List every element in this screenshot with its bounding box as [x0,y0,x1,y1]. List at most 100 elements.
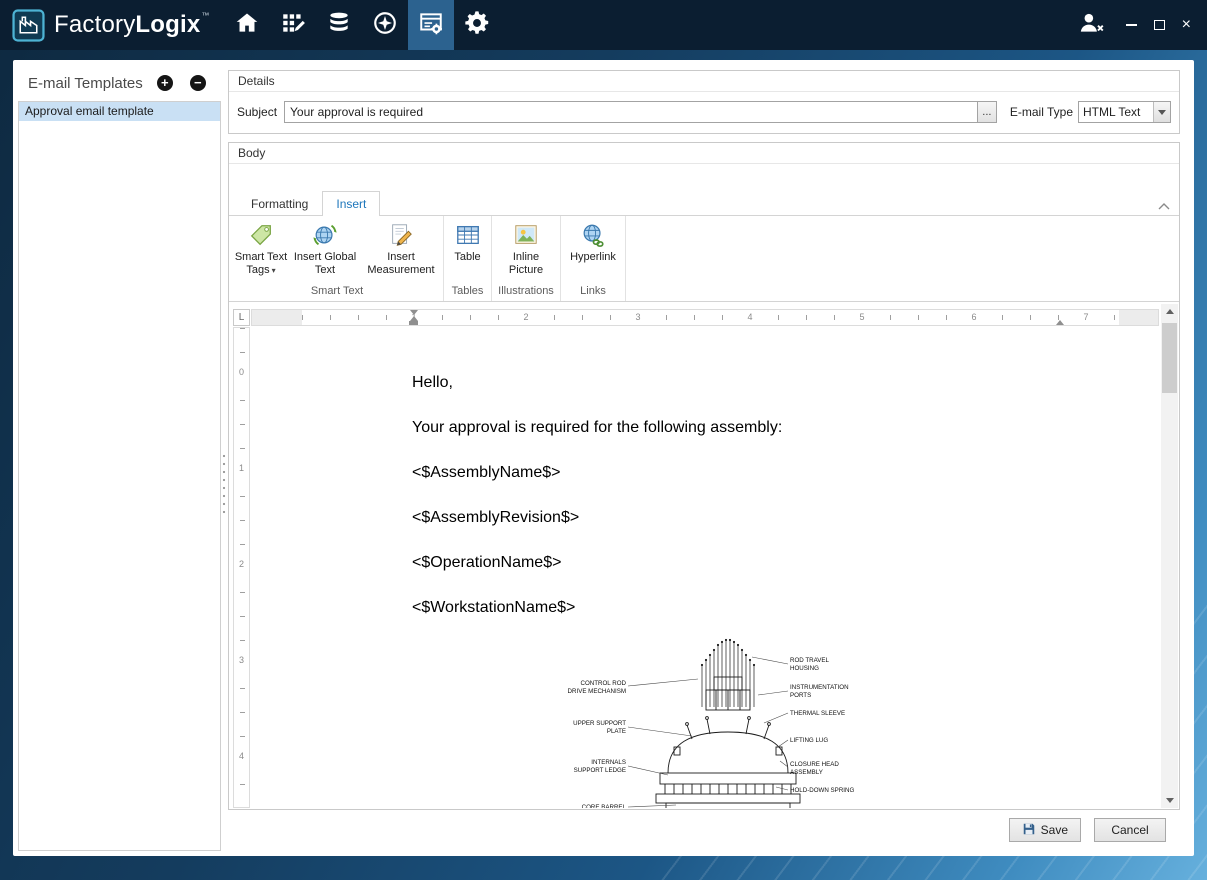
right-indent-marker[interactable] [1056,320,1064,325]
diagram-label: PLATE [607,728,626,735]
nav-templates-button[interactable] [408,0,454,50]
factorylogix-logo-icon [12,9,45,42]
ruler-number: 5 [857,311,866,324]
insert-global-text-button[interactable]: Insert GlobalText [290,219,360,285]
diagram-label: PORTS [790,692,811,699]
ribbon-group-illustrations: InlinePicture Illustrations [492,216,561,301]
details-group-label: Details [229,71,1179,92]
ruler-number: 0 [235,367,248,377]
vertical-ruler: 0 1 2 3 4 [233,327,250,808]
doc-paragraph: <$WorkstationName$> [412,598,1078,617]
home-icon [234,10,260,41]
subject-input[interactable] [284,101,978,123]
diagram-label: CORE BARREL [582,804,627,808]
horizontal-ruler: 1 2 3 4 5 6 7 [251,309,1159,326]
diagram-label: HOLD-DOWN SPRING [790,787,854,794]
nav-home-button[interactable] [224,0,270,50]
cancel-button-label: Cancel [1111,823,1148,837]
doc-paragraph: <$OperationName$> [412,553,1078,572]
templates-sidebar: E-mail Templates + − Approval email temp… [18,65,221,851]
ribbon-group-smart-text: Smart TextTags▾ Insert GlobalText Insert… [231,216,444,301]
vertical-scrollbar[interactable] [1161,304,1178,808]
nav-materials-button[interactable] [316,0,362,50]
insert-measurement-button[interactable]: InsertMeasurement [360,219,442,285]
app-window: FactoryLogix™ [0,0,1207,880]
smart-text-tags-label-2: Tags [246,264,269,276]
nav-production-button[interactable] [362,0,408,50]
user-logoff-icon [1076,10,1106,41]
email-type-value: HTML Text [1079,105,1153,119]
scroll-up-button[interactable] [1161,304,1178,320]
email-type-select[interactable]: HTML Text [1078,101,1171,123]
dropdown-arrow-icon [1153,102,1170,122]
smart-text-tags-button[interactable]: Smart TextTags▾ [232,219,290,285]
document-edit-area[interactable]: Hello, Your approval is required for the… [301,327,1118,808]
body-group-label: Body [229,143,1179,164]
first-line-indent-marker[interactable] [410,310,418,315]
brand-trademark: ™ [201,11,209,20]
save-button[interactable]: Save [1009,818,1081,842]
scrollbar-thumb[interactable] [1162,323,1177,393]
ruler-number: 4 [745,311,754,324]
insert-global-label-1: Insert Global [294,251,356,263]
titlebar: FactoryLogix™ [0,0,1207,50]
scroll-down-button[interactable] [1161,792,1178,808]
smart-text-tags-label-1: Smart Text [235,251,287,263]
work-instructions-icon [280,10,306,41]
diagram-label: CONTROL ROD [581,680,627,687]
tab-stop-selector[interactable]: L [233,309,250,326]
diagram-label: SUPPORT LEDGE [574,767,626,774]
hyperlink-button[interactable]: Hyperlink [562,219,624,285]
ribbon-group-label-smart-text: Smart Text [231,285,443,301]
window-controls: × [1076,0,1191,50]
cancel-button[interactable]: Cancel [1094,818,1166,842]
hyperlink-label: Hyperlink [570,251,616,263]
ribbon-collapse-button[interactable] [1158,197,1170,215]
add-template-button[interactable]: + [157,75,173,91]
ruler-number: 1 [235,463,248,473]
left-indent-marker[interactable] [409,321,418,325]
list-item-approval-template[interactable]: Approval email template [19,102,220,121]
nav-work-instructions-button[interactable] [270,0,316,50]
close-button[interactable]: × [1182,17,1191,33]
remove-template-button[interactable]: − [190,75,206,91]
settings-gear-icon [463,9,491,42]
hyperlink-globe-icon [580,221,606,249]
insert-global-label-2: Text [315,264,335,276]
maximize-icon [1154,20,1165,30]
templates-icon [418,10,444,41]
main-nav [224,0,500,50]
maximize-button[interactable] [1154,20,1165,30]
floppy-icon [1022,822,1036,839]
ruler-number: 7 [1081,311,1090,324]
materials-icon [326,10,352,41]
nav-settings-button[interactable] [454,0,500,50]
tab-stop-letter: L [239,312,245,323]
subject-browse-button[interactable]: ... [977,101,997,123]
inline-picture-label-1: Inline [513,251,539,263]
splitter-grip[interactable] [222,452,226,514]
ruler-ticks [302,315,1119,320]
ribbon-tabs: Formatting Insert [229,190,1179,216]
ruler-number: 3 [633,311,642,324]
dropdown-caret-icon: ▾ [272,266,276,275]
ruler-number: 4 [235,751,248,761]
doc-paragraph: Your approval is required for the follow… [412,418,1078,437]
inline-picture-button[interactable]: InlinePicture [493,219,559,285]
sidebar-title: E-mail Templates [28,75,143,92]
tab-insert[interactable]: Insert [322,191,380,216]
subject-label: Subject [237,105,277,119]
picture-icon [513,221,539,249]
insert-measurement-label-2: Measurement [367,264,434,276]
minimize-button[interactable] [1126,24,1137,26]
doc-paragraph: <$AssemblyName$> [412,463,1078,482]
tab-formatting[interactable]: Formatting [237,191,322,216]
table-button[interactable]: Table [445,219,490,285]
globe-text-icon [312,221,338,249]
diagram-label: THERMAL SLEEVE [790,710,845,717]
reactor-diagram-image: CONTROL ROD DRIVE MECHANISM UPPER SUPPOR… [556,635,901,808]
body-group: Body Formatting Insert Smart TextTags▾ [228,142,1180,810]
minimize-icon [1126,24,1137,26]
footer-actions: Save Cancel [228,818,1180,842]
user-logoff-button[interactable] [1076,10,1106,41]
